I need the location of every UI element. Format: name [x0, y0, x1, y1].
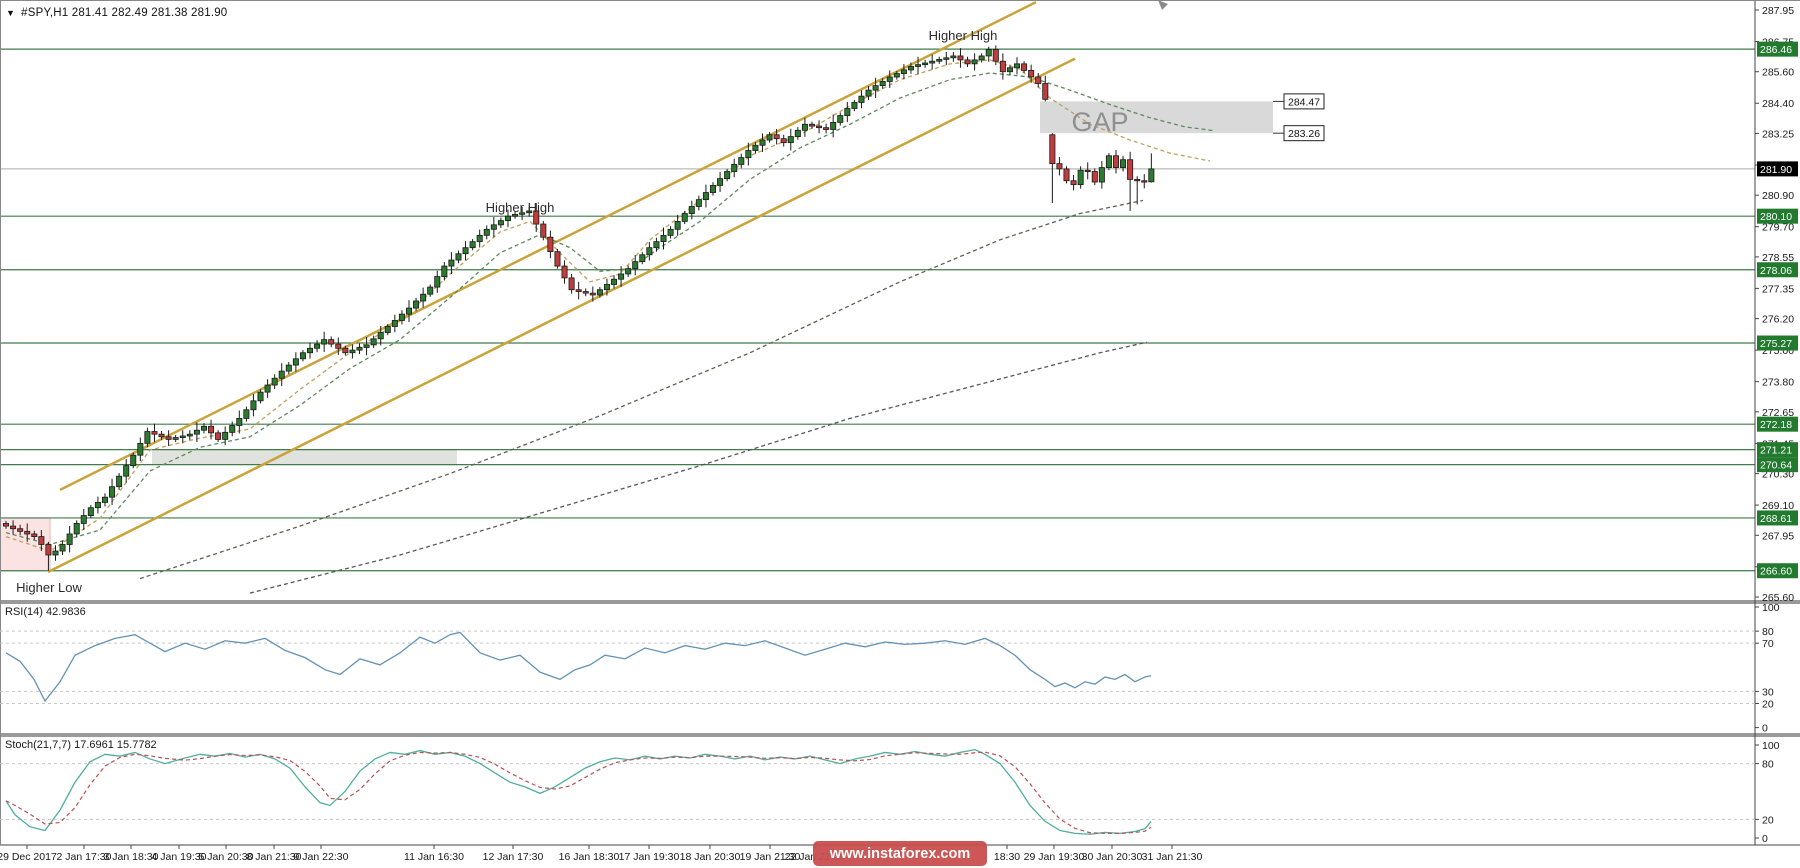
rsi-indicator-region[interactable]: [0, 604, 1755, 733]
watermark-instaforex: www.instaforex.com: [813, 841, 987, 866]
chart-window: Higher High Higher High Higher Low GAP 100 80…: [0, 0, 1800, 868]
price-axis-region[interactable]: [1755, 0, 1800, 845]
chart-title: ▼ #SPY,H1 281.41 282.49 281.38 281.90: [6, 7, 227, 19]
main-chart-region[interactable]: [0, 0, 1755, 600]
rsi-indicator-label: RSI(14) 42.9836: [5, 606, 86, 618]
stoch-indicator-region[interactable]: [0, 737, 1755, 845]
stoch-indicator-label: Stoch(21,7,7) 17.6961 15.7782: [5, 739, 157, 751]
chart-title-text: #SPY,H1 281.41 282.49 281.38 281.90: [21, 7, 228, 19]
collapse-arrow-icon[interactable]: ▼: [6, 8, 15, 18]
